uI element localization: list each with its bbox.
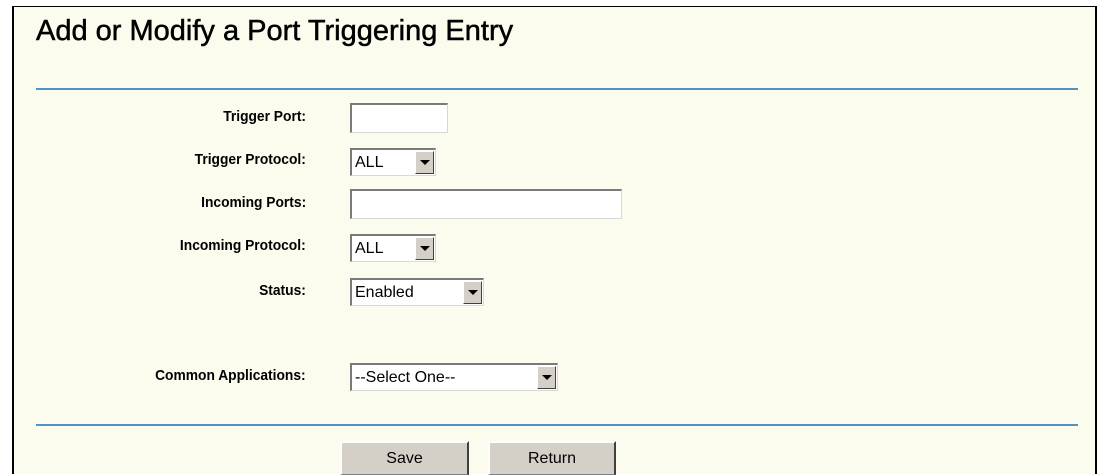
common-applications-value: --Select One--: [355, 369, 456, 386]
incoming-protocol-label: Incoming Protocol:: [180, 237, 306, 254]
chevron-down-icon[interactable]: [415, 237, 434, 260]
trigger-port-label: Trigger Port:: [223, 108, 306, 125]
common-applications-label: Common Applications:: [155, 367, 306, 384]
trigger-protocol-value: ALL: [355, 154, 384, 171]
trigger-port-input[interactable]: [350, 103, 448, 133]
incoming-protocol-value: ALL: [355, 240, 384, 257]
status-value: Enabled: [355, 284, 414, 301]
chevron-down-icon[interactable]: [537, 366, 556, 389]
incoming-ports-input[interactable]: [350, 189, 622, 219]
chevron-down-icon[interactable]: [463, 281, 482, 304]
incoming-protocol-select[interactable]: ALL: [350, 234, 436, 262]
trigger-protocol-label: Trigger Protocol:: [194, 151, 306, 168]
trigger-protocol-select[interactable]: ALL: [350, 148, 436, 176]
footer-divider: [36, 424, 1078, 426]
port-triggering-panel: Add or Modify a Port Triggering Entry Tr…: [12, 6, 1097, 475]
common-applications-select[interactable]: --Select One--: [350, 363, 558, 391]
chevron-down-icon[interactable]: [415, 151, 434, 174]
page-title: Add or Modify a Port Triggering Entry: [36, 15, 514, 48]
return-button[interactable]: Return: [488, 441, 616, 475]
save-button[interactable]: Save: [340, 441, 469, 475]
header-divider: [36, 88, 1078, 90]
incoming-ports-label: Incoming Ports:: [200, 194, 306, 211]
status-label: Status:: [259, 282, 306, 299]
status-select[interactable]: Enabled: [350, 278, 484, 306]
